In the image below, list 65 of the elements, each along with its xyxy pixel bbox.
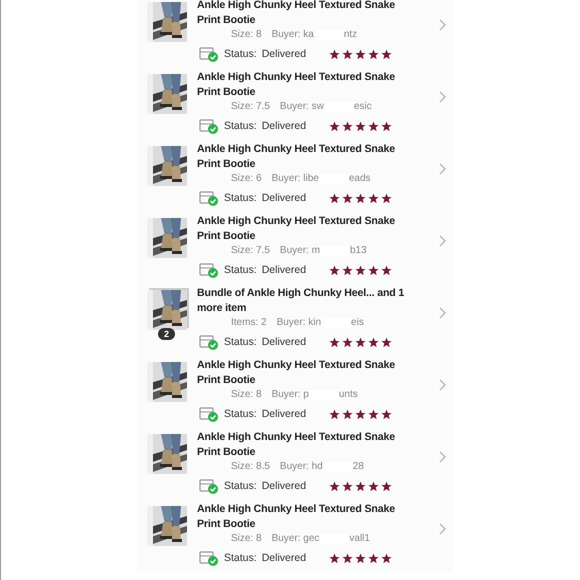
- buyer-name: unts: [338, 389, 358, 400]
- package-check-icon: [199, 190, 219, 206]
- status-value: Delivered: [262, 408, 306, 420]
- item-title: Ankle High Chunky Heel Textured Snake Print Bootie: [197, 358, 396, 388]
- package-check-icon: [199, 46, 219, 62]
- buyer-name: Buyer: kin: [276, 317, 322, 328]
- status-value: Delivered: [262, 192, 306, 204]
- buyer-name: Buyer: p: [272, 389, 309, 400]
- buyer-name: Buyer: libe: [272, 173, 319, 184]
- package-check-icon: [199, 118, 219, 134]
- status-value: Delivered: [262, 264, 306, 276]
- chevron-right-icon[interactable]: [439, 523, 447, 535]
- status-label: Status:: [224, 192, 257, 204]
- buyer-name: vall1: [349, 533, 370, 544]
- status-value: Delivered: [262, 120, 306, 132]
- item-title: Ankle High Chunky Heel Textured Snake Print Bootie: [197, 214, 396, 244]
- status-label: Status:: [224, 408, 257, 420]
- chevron-right-icon[interactable]: [439, 379, 447, 391]
- item-detail: Size: 8: [231, 533, 262, 544]
- status-label: Status:: [224, 264, 257, 276]
- buyer-name: Buyer: m: [280, 245, 320, 256]
- item-title: Ankle High Chunky Heel Textured Snake Print Bootie: [197, 502, 396, 532]
- item-detail: Size: 6: [231, 173, 262, 184]
- item-title: Ankle High Chunky Heel Textured Snake Print Bootie: [197, 0, 396, 28]
- chevron-right-icon[interactable]: [439, 91, 447, 103]
- status-label: Status:: [224, 48, 257, 60]
- chevron-right-icon[interactable]: [439, 19, 447, 31]
- chevron-right-icon[interactable]: [439, 163, 447, 175]
- status-label: Status:: [224, 120, 257, 132]
- status-value: Delivered: [262, 552, 306, 564]
- status-label: Status:: [224, 552, 257, 564]
- buyer-name: Buyer: hd: [280, 461, 323, 472]
- status-value: Delivered: [262, 336, 306, 348]
- item-detail: Size: 8.5: [231, 461, 270, 472]
- buyer-name: 28: [352, 461, 364, 472]
- package-check-icon: [199, 262, 219, 278]
- chevron-right-icon[interactable]: [439, 451, 447, 463]
- package-check-icon: [199, 406, 219, 422]
- status-label: Status:: [224, 336, 257, 348]
- status-value: Delivered: [262, 48, 306, 60]
- package-check-icon: [199, 478, 219, 494]
- item-count-badge: 2: [158, 328, 176, 340]
- chevron-right-icon[interactable]: [439, 307, 447, 319]
- item-detail: Size: 7.5: [231, 245, 270, 256]
- item-title: Ankle High Chunky Heel Textured Snake Print Bootie: [197, 70, 396, 100]
- item-detail: Size: 8: [231, 29, 262, 40]
- package-check-icon: [199, 550, 219, 566]
- item-detail: Size: 8: [231, 389, 262, 400]
- item-detail: Size: 7.5: [231, 101, 270, 112]
- package-check-icon: [199, 334, 219, 350]
- buyer-name: Buyer: gec: [272, 533, 320, 544]
- chevron-right-icon[interactable]: [439, 235, 447, 247]
- buyer-name: esic: [354, 101, 372, 112]
- buyer-name: eis: [351, 317, 364, 328]
- buyer-name: Buyer: ka: [272, 29, 314, 40]
- buyer-name: ntz: [344, 29, 358, 40]
- buyer-name: eads: [348, 173, 371, 184]
- item-title: Bundle of Ankle High Chunky Heel... and 1 more item: [197, 286, 406, 316]
- buyer-name: Buyer: sw: [280, 101, 324, 112]
- item-detail: Items: 2: [231, 317, 267, 328]
- item-title: Ankle High Chunky Heel Textured Snake Print Bootie: [197, 430, 396, 460]
- buyer-name: b13: [350, 245, 367, 256]
- item-title: Ankle High Chunky Heel Textured Snake Print Bootie: [197, 142, 396, 172]
- status-label: Status:: [224, 480, 257, 492]
- status-value: Delivered: [262, 480, 306, 492]
